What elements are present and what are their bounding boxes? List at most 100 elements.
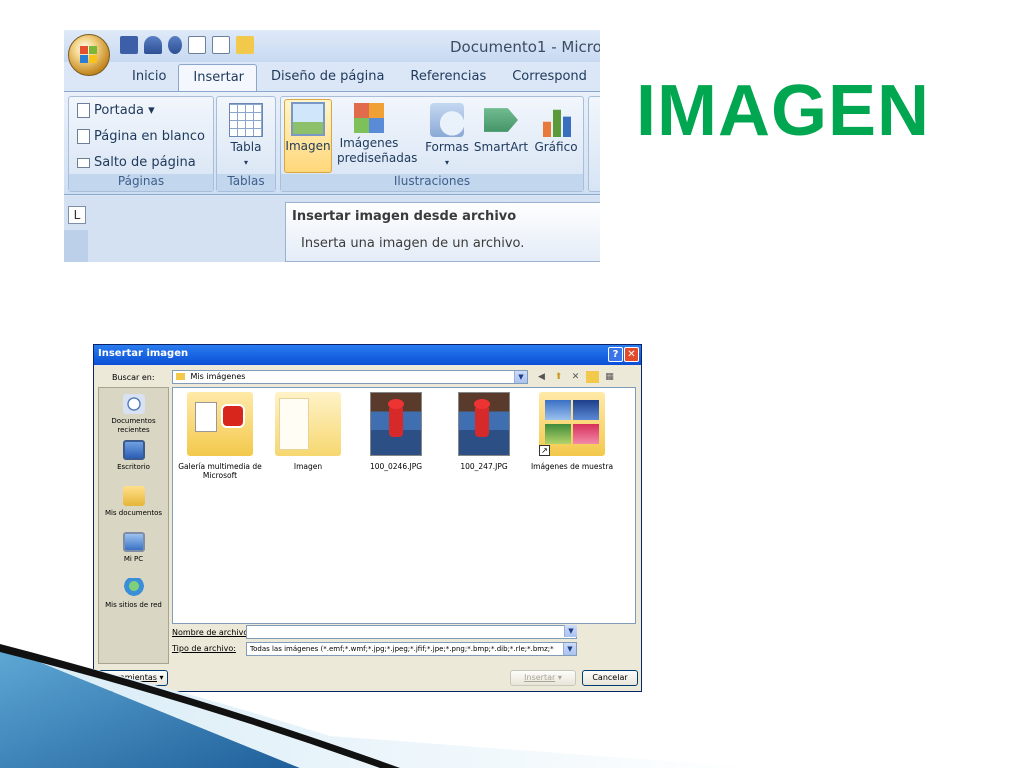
grafico-button[interactable]: Gráfico (531, 101, 581, 155)
photo-thumbnail-icon (370, 392, 422, 456)
chevron-down-icon: ▼ (514, 371, 527, 383)
smartart-button[interactable]: SmartArt (473, 101, 529, 155)
group-label-tablas: Tablas (217, 174, 275, 191)
tab-inicio[interactable]: Inicio (118, 64, 178, 92)
ribbon-body: Portada ▾ Página en blanco Salto de pági… (64, 91, 600, 195)
table-icon (229, 103, 263, 137)
network-places-icon (122, 578, 145, 598)
dialog-titlebar[interactable]: Insertar imagen ? ✕ (94, 345, 641, 365)
imagenes-prediseñadas-button[interactable]: Imágenes prediseñadas (337, 101, 417, 166)
cover-page-icon (77, 103, 90, 118)
formas-button[interactable]: Formas ▾ (423, 101, 471, 170)
tab-selector-button[interactable]: L (68, 206, 86, 224)
close-button[interactable]: ✕ (624, 347, 639, 362)
formas-dropdown-icon: ▾ (444, 158, 449, 167)
delete-icon[interactable]: ✕ (569, 371, 582, 383)
smartart-icon (484, 108, 518, 132)
place-label: Mis documentos (104, 509, 163, 517)
portada-button[interactable]: Portada ▾ (77, 103, 155, 118)
desktop-icon (122, 440, 145, 460)
tabla-button[interactable]: Tabla ▾ (222, 101, 270, 170)
print-preview-icon[interactable] (212, 36, 230, 54)
insert-picture-tooltip: Insertar imagen desde archivo Inserta un… (285, 202, 600, 262)
back-icon[interactable]: ◀ (535, 371, 548, 383)
group-label-ilustraciones: Ilustraciones (281, 174, 583, 191)
tabla-label: Tabla (230, 140, 262, 154)
file-name: 100_247.JPG (460, 462, 508, 471)
tab-referencias[interactable]: Referencias (396, 64, 498, 92)
picture-icon (291, 102, 325, 136)
file-item-media-gallery[interactable]: Galería multimedia de Microsoft (176, 392, 264, 480)
look-in-value: Mis imágenes (190, 372, 246, 381)
recent-documents-icon (122, 394, 145, 414)
views-icon[interactable]: ▦ (603, 371, 616, 383)
tab-diseno-de-pagina[interactable]: Diseño de página (257, 64, 396, 92)
file-name: Galería multimedia de Microsoft (178, 462, 262, 480)
group-label-paginas: Páginas (69, 174, 213, 191)
pagina-en-blanco-button[interactable]: Página en blanco (77, 129, 205, 144)
quick-access-toolbar: Documento1 - Micros (64, 30, 600, 62)
dialog-toolbar: ◀ ⬆ ✕ ▦ (535, 371, 616, 383)
new-document-icon[interactable] (188, 36, 206, 54)
place-network[interactable]: Mis sitios de red (99, 578, 168, 610)
look-in-label: Buscar en: (112, 373, 155, 382)
file-name: 100_0246.JPG (369, 462, 423, 471)
file-item-imagen-folder[interactable]: Imagen (264, 392, 352, 471)
dialog-title: Insertar imagen (98, 348, 189, 359)
imagen-button[interactable]: Imagen (284, 99, 332, 173)
blank-page-icon (77, 129, 90, 144)
decorative-page-curl (0, 644, 760, 768)
file-item-photo-247[interactable]: 100_247.JPG (440, 392, 528, 471)
window-title: Documento1 - Micros (450, 38, 600, 56)
tooltip-description: Inserta una imagen de un archivo. (301, 236, 525, 251)
formas-label: Formas (425, 140, 469, 154)
my-computer-icon (122, 532, 145, 552)
place-recent-documents[interactable]: Documentos recientes (99, 394, 168, 435)
grafico-label: Gráfico (534, 140, 578, 154)
redo-icon[interactable] (168, 36, 182, 54)
tooltip-title: Insertar imagen desde archivo (292, 209, 517, 224)
folder-icon (275, 392, 341, 456)
smartart-label: SmartArt (473, 140, 529, 154)
salto-de-pagina-button[interactable]: Salto de página (77, 155, 196, 170)
file-name: Imagen (293, 462, 323, 471)
up-folder-icon[interactable]: ⬆ (552, 371, 565, 383)
file-list: Galería multimedia de Microsoft Imagen 1… (172, 387, 636, 624)
tab-insertar[interactable]: Insertar (178, 64, 258, 92)
page-break-icon (77, 157, 90, 168)
salto-de-pagina-label: Salto de página (94, 155, 196, 170)
tabla-dropdown-icon: ▾ (243, 158, 248, 167)
file-item-photo-0246[interactable]: 100_0246.JPG (352, 392, 440, 471)
shapes-icon (430, 103, 464, 137)
media-gallery-folder-icon (187, 392, 253, 456)
new-folder-icon[interactable] (586, 371, 599, 383)
place-my-computer[interactable]: Mi PC (99, 532, 168, 564)
file-item-sample-pictures[interactable]: ↗ Imágenes de muestra (528, 392, 616, 471)
undo-icon[interactable] (144, 36, 162, 54)
slide-title: IMAGEN (636, 71, 930, 151)
file-name: Imágenes de muestra (530, 462, 614, 471)
sample-pictures-folder-icon: ↗ (539, 392, 605, 456)
chart-icon (539, 109, 573, 137)
place-label: Mi PC (123, 555, 144, 563)
clipart-icon (354, 103, 384, 133)
look-in-dropdown[interactable]: Mis imágenes ▼ (172, 370, 528, 384)
tab-correspondencia[interactable]: Correspond (498, 64, 599, 92)
help-button[interactable]: ? (608, 347, 623, 362)
place-my-documents[interactable]: Mis documentos (99, 486, 168, 518)
places-bar: Documentos recientes Escritorio Mis docu… (98, 387, 169, 664)
open-folder-icon[interactable] (236, 36, 254, 54)
place-label: Mis sitios de red (105, 601, 162, 609)
shortcut-arrow-icon: ↗ (539, 445, 550, 456)
photo-thumbnail-icon (458, 392, 510, 456)
group-tablas: Tabla ▾ Tablas (216, 96, 276, 192)
save-icon[interactable] (120, 36, 138, 54)
place-label: Documentos recientes (111, 417, 156, 434)
vertical-ruler (64, 230, 88, 262)
office-button[interactable] (68, 34, 110, 76)
place-desktop[interactable]: Escritorio (99, 440, 168, 472)
group-ilustraciones: Imagen Imágenes prediseñadas Formas ▾ Sm… (280, 96, 584, 192)
office-logo-icon (80, 46, 98, 64)
folder-small-icon (176, 373, 185, 380)
imagen-label: Imagen (285, 139, 331, 153)
